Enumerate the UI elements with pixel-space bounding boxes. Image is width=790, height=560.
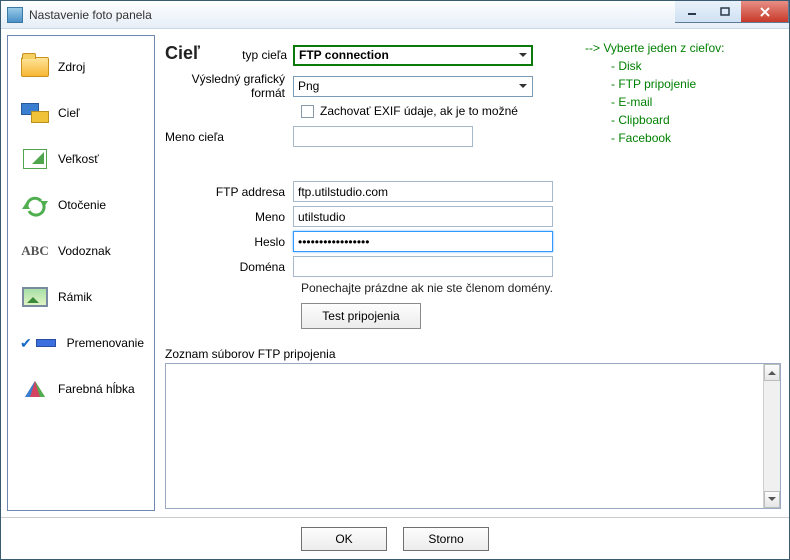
titlebar: Nastavenie foto panela	[1, 1, 789, 29]
sidebar-item-vodoznak[interactable]: ABC Vodoznak	[8, 228, 154, 274]
format-select[interactable]: Png	[293, 76, 533, 97]
checkmark-icon: ✔	[20, 335, 32, 352]
hint-item: - Disk	[611, 57, 781, 75]
ftp-file-list[interactable]	[165, 363, 781, 509]
frame-icon	[20, 284, 50, 310]
hint-item: - Clipboard	[611, 111, 781, 129]
hint-panel: --> Vyberte jeden z cieľov: - Disk - FTP…	[581, 39, 781, 329]
window: Nastavenie foto panela Zdroj Cieľ Veľkos…	[0, 0, 790, 560]
minimize-button[interactable]	[675, 1, 709, 23]
test-connection-button[interactable]: Test pripojenia	[301, 303, 421, 329]
sidebar-item-zdroj[interactable]: Zdroj	[8, 44, 154, 90]
meno-ciela-input[interactable]	[293, 126, 473, 147]
sidebar-item-label: Veľkosť	[58, 152, 99, 166]
size-icon	[20, 146, 50, 172]
section-heading: Cieľ	[165, 43, 200, 64]
sidebar-item-farebna-hlbka[interactable]: Farebná hĺbka	[8, 366, 154, 412]
rotate-icon	[20, 192, 50, 218]
sidebar-item-label: Zdroj	[58, 60, 85, 74]
meno-ciela-label: Meno cieľa	[165, 130, 293, 144]
color-depth-icon	[20, 376, 50, 402]
app-icon	[7, 7, 23, 23]
sidebar-item-label: Farebná hĺbka	[58, 382, 135, 396]
sidebar: Zdroj Cieľ Veľkosť Otočenie ABC Vodoznak	[7, 35, 155, 511]
sidebar-item-label: Otočenie	[58, 198, 106, 212]
hint-lead: --> Vyberte jeden z cieľov:	[585, 39, 781, 57]
domena-label: Doména	[165, 260, 293, 274]
sidebar-item-velkost[interactable]: Veľkosť	[8, 136, 154, 182]
cancel-button[interactable]: Storno	[403, 527, 489, 551]
sidebar-item-ramik[interactable]: Rámik	[8, 274, 154, 320]
sidebar-item-premenovanie[interactable]: ✔ Premenovanie	[8, 320, 154, 366]
typ-label: typ cieľa	[235, 48, 293, 62]
hint-item: - Facebook	[611, 129, 781, 147]
ftp-address-input[interactable]	[293, 181, 553, 202]
target-icon	[20, 100, 50, 126]
rename-icon	[34, 330, 59, 356]
exif-label: Zachovať EXIF údaje, ak je to možné	[320, 104, 518, 118]
ftp-address-label: FTP addresa	[165, 185, 293, 199]
sidebar-item-label: Vodoznak	[58, 244, 111, 258]
meno-label: Meno	[165, 210, 293, 224]
scrollbar[interactable]	[763, 364, 780, 508]
heslo-input[interactable]	[293, 231, 553, 252]
watermark-icon: ABC	[20, 238, 50, 264]
meno-input[interactable]	[293, 206, 553, 227]
typ-ciela-select[interactable]: FTP connection	[293, 45, 533, 66]
scroll-up-button[interactable]	[764, 364, 780, 381]
format-label: Výsledný grafický formát	[165, 72, 293, 100]
sidebar-item-label: Premenovanie	[67, 336, 144, 350]
list-label: Zoznam súborov FTP pripojenia	[165, 347, 781, 361]
sidebar-item-otocenie[interactable]: Otočenie	[8, 182, 154, 228]
hint-item: - E-mail	[611, 93, 781, 111]
folder-icon	[20, 54, 50, 80]
exif-checkbox[interactable]	[301, 105, 314, 118]
sidebar-item-ciel[interactable]: Cieľ	[8, 90, 154, 136]
main-panel: Cieľ typ cieľa FTP connection Výsledný g…	[155, 29, 789, 517]
maximize-button[interactable]	[708, 1, 742, 23]
heslo-label: Heslo	[165, 235, 293, 249]
domena-input[interactable]	[293, 256, 553, 277]
close-button[interactable]	[741, 1, 789, 23]
window-title: Nastavenie foto panela	[29, 8, 676, 22]
hint-item: - FTP pripojenie	[611, 75, 781, 93]
footer: OK Storno	[1, 517, 789, 559]
sidebar-item-label: Cieľ	[58, 106, 80, 120]
sidebar-item-label: Rámik	[58, 290, 92, 304]
domena-note: Ponechajte prázdne ak nie ste členom dom…	[301, 281, 575, 295]
scroll-down-button[interactable]	[764, 491, 780, 508]
ok-button[interactable]: OK	[301, 527, 387, 551]
